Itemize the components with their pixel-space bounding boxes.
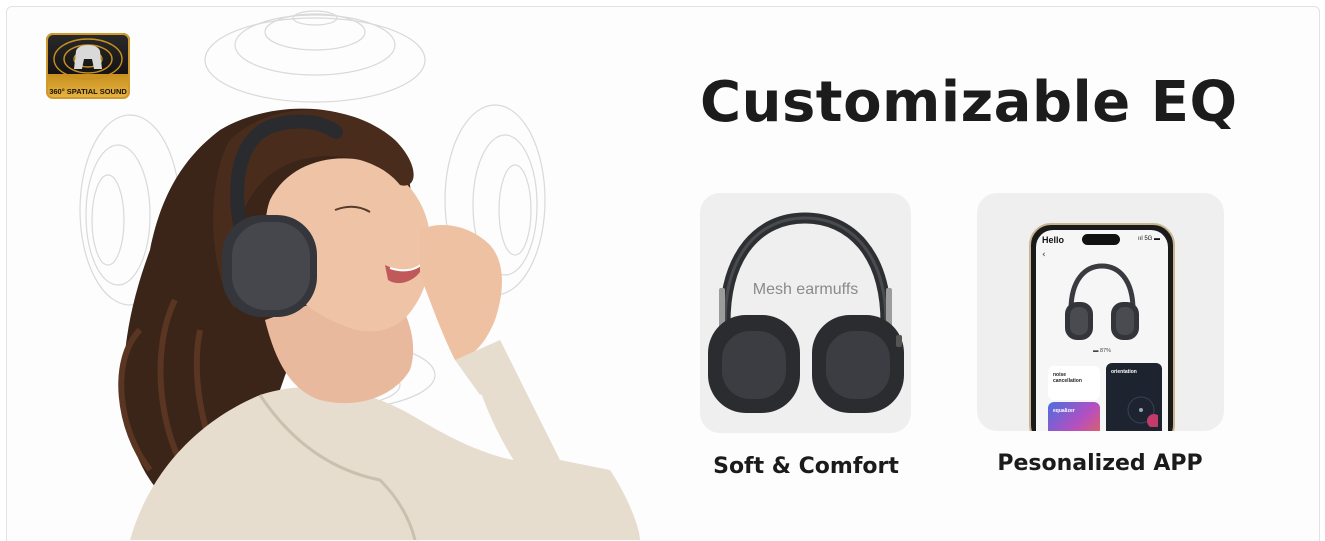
orientation-tile: orientation	[1106, 363, 1162, 431]
back-chevron-icon: ‹	[1042, 250, 1046, 260]
mesh-earmuffs-note: Mesh earmuffs	[752, 281, 859, 298]
phone-notch	[1082, 234, 1120, 245]
phone-app-image: Hello ııl 5G ▬ ‹ ▬ 87% noise cancellatio…	[1029, 223, 1175, 431]
app-greeting: Hello	[1042, 235, 1065, 245]
feature-label-comfort: Soft & Comfort	[713, 454, 899, 479]
spatial-sound-icon	[53, 38, 123, 80]
equalizer-tile: equalizer	[1048, 402, 1100, 431]
orientation-dial-icon	[1127, 396, 1158, 427]
page-title: Customizable EQ	[700, 70, 1238, 135]
app-screen: Hello ııl 5G ▬ ‹ ▬ 87% noise cancellatio…	[1036, 230, 1168, 431]
noise-cancellation-label: noise cancellation	[1053, 372, 1082, 384]
badge-label: 360° SPATIAL SOUND	[49, 87, 127, 96]
equalizer-label: equalizer	[1053, 408, 1075, 414]
app-status-bar: ııl 5G ▬	[1137, 236, 1160, 242]
spatial-sound-badge: 360° SPATIAL SOUND	[46, 33, 130, 99]
feature-card-app: Hello ııl 5G ▬ ‹ ▬ 87% noise cancellatio…	[977, 193, 1224, 431]
orientation-label: orientation	[1111, 369, 1137, 375]
headphones-product-image	[708, 212, 904, 413]
app-battery-level: ▬ 87%	[1092, 348, 1112, 354]
app-headphones-image	[1065, 263, 1139, 340]
feature-label-app: Pesonalized APP	[997, 451, 1203, 476]
feature-card-comfort: Mesh earmuffs	[700, 193, 911, 433]
noise-cancellation-tile: noise cancellation	[1048, 366, 1100, 400]
